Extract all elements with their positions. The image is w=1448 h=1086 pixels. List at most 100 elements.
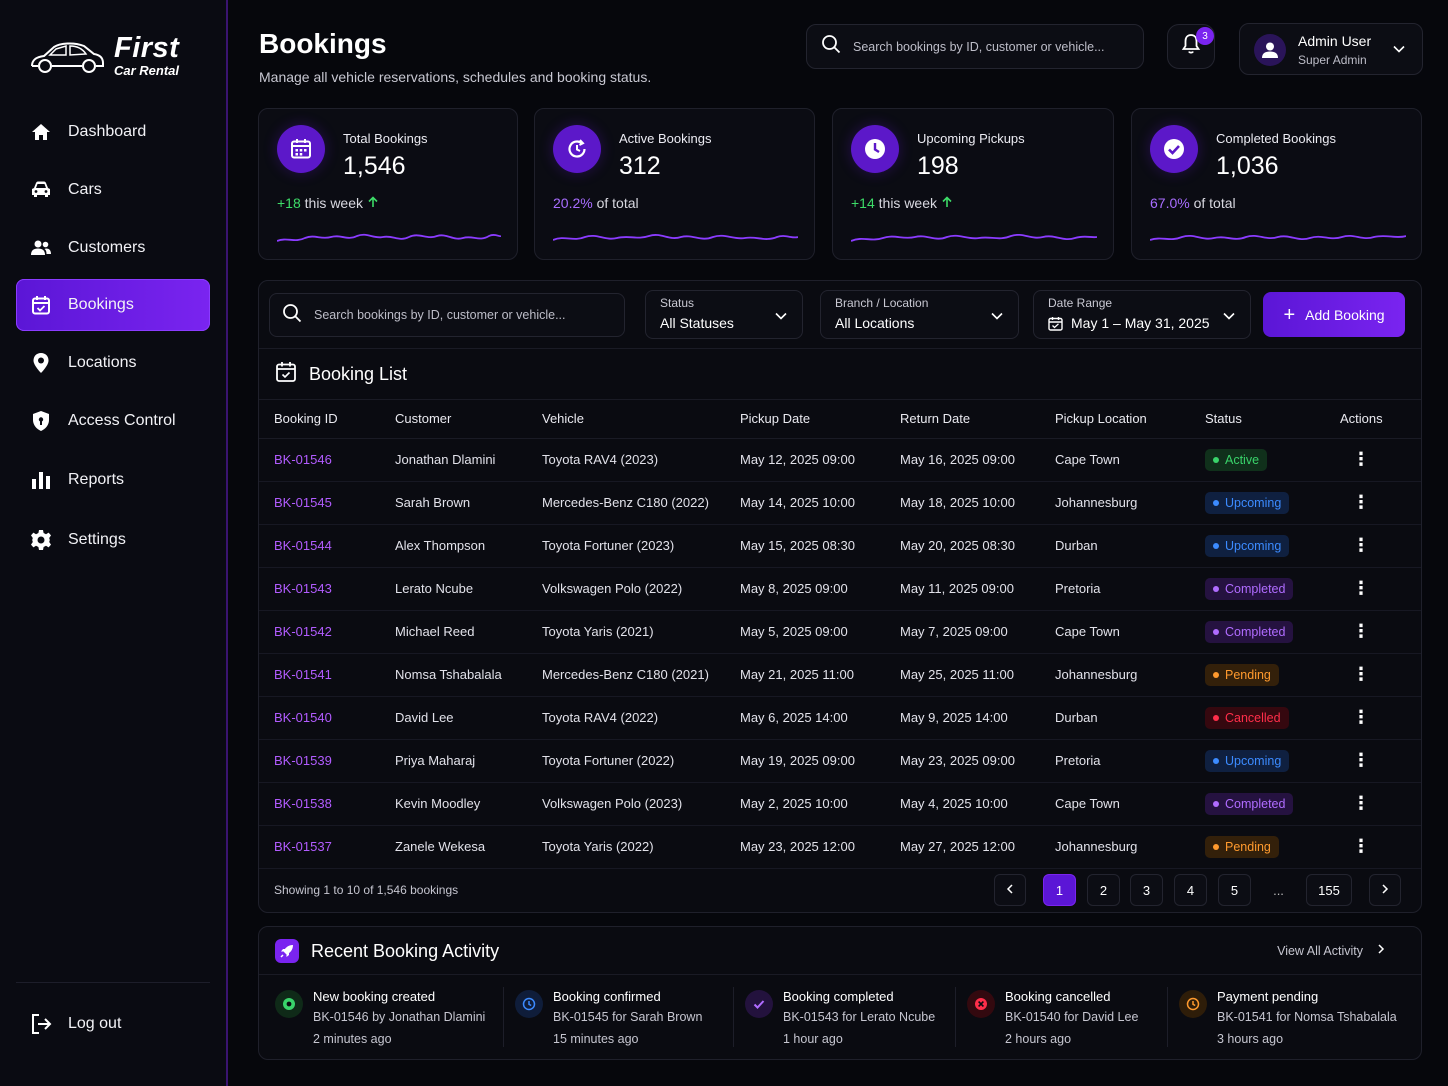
column-header[interactable]: Status — [1190, 400, 1325, 439]
status-text: Pending — [1225, 839, 1271, 854]
sidebar-item-settings[interactable]: Settings — [16, 514, 210, 566]
status-filter-dropdown[interactable]: Status All Statuses — [645, 290, 803, 339]
table-cell-actions: ⋮ — [1325, 739, 1421, 783]
bookings-search[interactable] — [269, 293, 625, 337]
status-dot — [1213, 800, 1219, 807]
booking-id-link[interactable]: BK-01546 — [259, 438, 380, 482]
column-header[interactable]: Pickup Date — [725, 400, 885, 439]
brand-logo[interactable]: First Car Rental — [28, 32, 208, 80]
column-header[interactable]: Vehicle — [527, 400, 725, 439]
activity-item[interactable]: Booking completed BK-01543 for Lerato Ncu… — [745, 987, 955, 1051]
next-page-button[interactable] — [1369, 874, 1401, 906]
activity-item[interactable]: New booking created BK-01546 by Jonathan … — [275, 987, 485, 1051]
global-search-input[interactable] — [853, 39, 1113, 54]
activity-item[interactable]: Payment pending BK-01541 for Nomsa Tshaba… — [1179, 987, 1397, 1051]
table-cell-location: Pretoria — [1040, 739, 1190, 783]
booking-id-link[interactable]: BK-01539 — [259, 739, 380, 783]
more-actions-icon[interactable]: ⋮ — [1340, 707, 1370, 727]
page-button-5[interactable]: 5 — [1218, 874, 1251, 906]
booking-id-link[interactable]: BK-01545 — [259, 481, 380, 525]
activity-title-text: Booking cancelled — [1005, 989, 1111, 1004]
sidebar-item-customers[interactable]: Customers — [16, 222, 210, 274]
column-header[interactable]: Booking ID — [259, 400, 380, 439]
more-actions-icon[interactable]: ⋮ — [1340, 535, 1370, 555]
more-actions-icon[interactable]: ⋮ — [1340, 793, 1370, 813]
table-cell-vehicle: Toyota RAV4 (2023) — [527, 438, 725, 482]
notifications-button[interactable]: 3 — [1167, 24, 1215, 69]
table-cell-status: Pending — [1190, 653, 1325, 697]
sidebar-item-bookings[interactable]: Bookings — [16, 279, 210, 331]
booking-id-link[interactable]: BK-01537 — [259, 825, 380, 869]
activity-item[interactable]: Booking cancelled BK-01540 for David Lee 2… — [967, 987, 1177, 1051]
sidebar-item-access-control[interactable]: Access Control — [16, 395, 210, 447]
activity-divider — [259, 974, 1421, 975]
sidebar-item-label: Locations — [68, 354, 137, 371]
booking-id-link[interactable]: BK-01540 — [259, 696, 380, 740]
stat-subtext-label: of total — [1193, 195, 1236, 211]
column-header[interactable]: Customer — [380, 400, 527, 439]
branch-filter-dropdown[interactable]: Branch / Location All Locations — [820, 290, 1019, 339]
user-name: Admin User — [1298, 33, 1372, 49]
more-actions-icon[interactable]: ⋮ — [1340, 449, 1370, 469]
table-row[interactable]: BK-01539 Priya Maharaj Toyota Fortuner (20… — [259, 739, 1421, 783]
table-row[interactable]: BK-01537 Zanele Wekesa Toyota Yaris (2022)… — [259, 825, 1421, 869]
date-range-dropdown[interactable]: Date Range May 1 – May 31, 2025 — [1033, 290, 1251, 339]
table-row[interactable]: BK-01546 Jonathan Dlamini Toyota RAV4 (202… — [259, 438, 1421, 482]
bookings-search-input[interactable] — [314, 308, 614, 322]
table-row[interactable]: BK-01540 David Lee Toyota RAV4 (2022) May 6… — [259, 696, 1421, 740]
brand-name: First — [114, 32, 180, 64]
activity-detail: BK-01546 by Jonathan Dlamini — [313, 1010, 486, 1024]
chevron-down-icon — [1222, 309, 1236, 328]
booking-id-link[interactable]: BK-01542 — [259, 610, 380, 654]
table-cell-vehicle: Volkswagen Polo (2023) — [527, 782, 725, 826]
refresh-clock-icon — [553, 125, 601, 173]
status-dot — [1213, 757, 1219, 764]
table-cell-location: Durban — [1040, 696, 1190, 740]
more-actions-icon[interactable]: ⋮ — [1340, 664, 1370, 684]
activity-time: 2 hours ago — [1005, 1032, 1072, 1046]
activity-item[interactable]: Booking confirmed BK-01545 for Sarah Brow… — [515, 987, 725, 1051]
sidebar-item-label: Bookings — [68, 296, 134, 313]
more-actions-icon[interactable]: ⋮ — [1340, 492, 1370, 512]
page-button-4[interactable]: 4 — [1174, 874, 1207, 906]
table-cell-return: May 7, 2025 09:00 — [885, 610, 1040, 654]
more-actions-icon[interactable]: ⋮ — [1340, 578, 1370, 598]
branch-filter-value: All Locations — [835, 315, 915, 331]
user-menu[interactable]: Admin User Super Admin — [1239, 23, 1423, 75]
prev-page-button[interactable] — [994, 874, 1026, 906]
column-header[interactable]: Pickup Location — [1040, 400, 1190, 439]
add-booking-button[interactable]: + Add Booking — [1263, 292, 1405, 337]
booking-id-link[interactable]: BK-01543 — [259, 567, 380, 611]
column-header[interactable]: Return Date — [885, 400, 1040, 439]
booking-id-link[interactable]: BK-01541 — [259, 653, 380, 697]
table-row[interactable]: BK-01543 Lerato Ncube Volkswagen Polo (202… — [259, 567, 1421, 611]
view-all-activity-link[interactable]: View All Activity — [1277, 943, 1399, 958]
booking-id-link[interactable]: BK-01538 — [259, 782, 380, 826]
more-actions-icon[interactable]: ⋮ — [1340, 621, 1370, 641]
table-row[interactable]: BK-01542 Michael Reed Toyota Yaris (2021) M… — [259, 610, 1421, 654]
page-button-3[interactable]: 3 — [1130, 874, 1163, 906]
table-row[interactable]: BK-01538 Kevin Moodley Volkswagen Polo (20… — [259, 782, 1421, 826]
activity-separator — [503, 987, 504, 1047]
status-text: Completed — [1225, 624, 1286, 639]
table-cell-actions: ⋮ — [1325, 696, 1421, 740]
more-actions-icon[interactable]: ⋮ — [1340, 836, 1370, 856]
page-button-2[interactable]: 2 — [1087, 874, 1120, 906]
table-row[interactable]: BK-01544 Alex Thompson Toyota Fortuner (20… — [259, 524, 1421, 568]
x-circle-icon — [967, 990, 995, 1018]
page-button-last[interactable]: 155 — [1306, 874, 1352, 906]
page-button-1[interactable]: 1 — [1043, 874, 1076, 906]
plus-icon: + — [1283, 303, 1296, 326]
table-row[interactable]: BK-01545 Sarah Brown Mercedes-Benz C180 (2… — [259, 481, 1421, 525]
table-row[interactable]: BK-01541 Nomsa Tshabalala Mercedes-Benz C1… — [259, 653, 1421, 697]
sidebar-item-reports[interactable]: Reports — [16, 454, 210, 506]
activity-title: Recent Booking Activity — [311, 940, 500, 961]
sidebar-item-locations[interactable]: Locations — [16, 337, 210, 389]
logout-button[interactable]: Log out — [16, 998, 210, 1050]
more-actions-icon[interactable]: ⋮ — [1340, 750, 1370, 770]
booking-id-link[interactable]: BK-01544 — [259, 524, 380, 568]
sidebar-item-dashboard[interactable]: Dashboard — [16, 106, 210, 158]
sidebar-item-cars[interactable]: Cars — [16, 164, 210, 216]
bookings-table: Booking ID Customer Vehicle Pickup Date … — [259, 400, 1421, 869]
global-search[interactable] — [806, 24, 1144, 69]
